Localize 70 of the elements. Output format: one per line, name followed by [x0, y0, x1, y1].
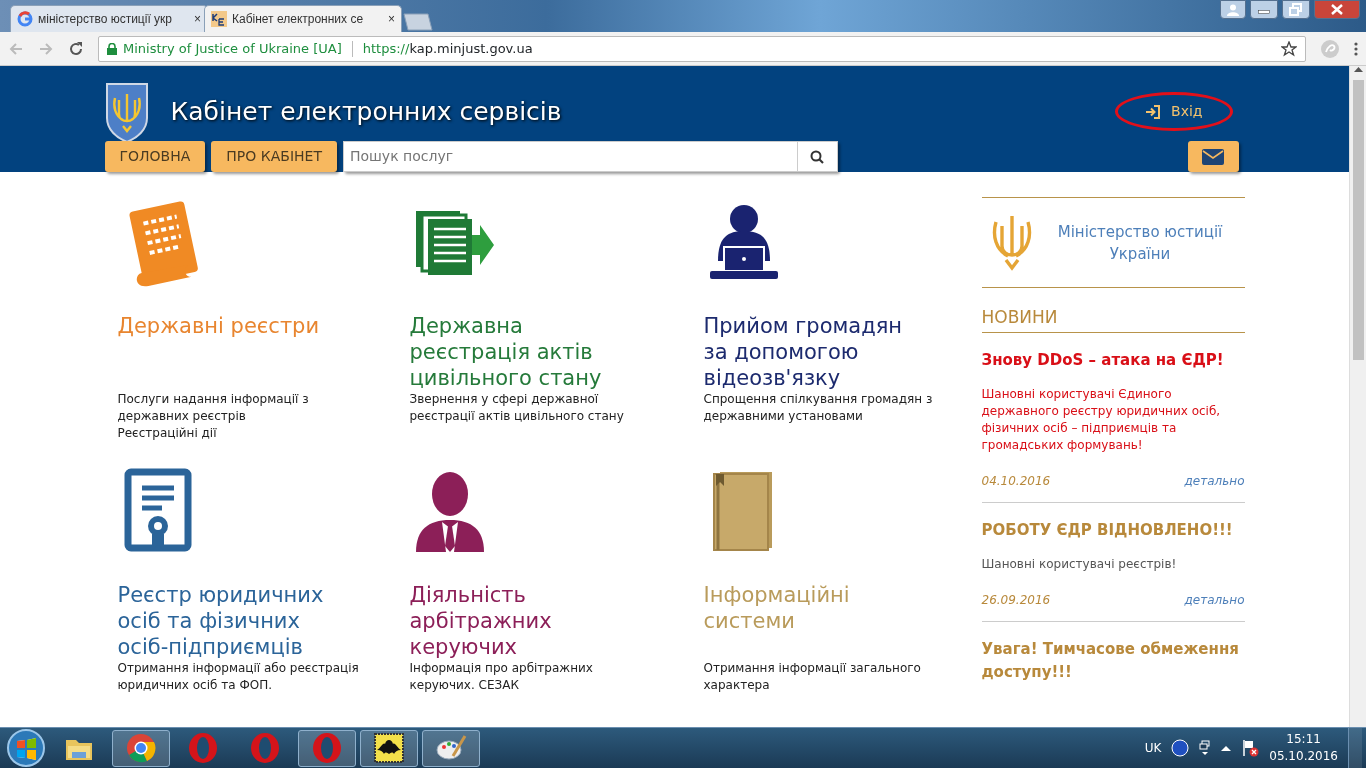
nav-button[interactable]: ПРО КАБІНЕТ: [211, 141, 337, 172]
service-title-link[interactable]: Прийом громадян за допомогою відеозв'язку: [703, 313, 929, 391]
news-summary: Шановні користувачі Єдиного державного реєстру юридичних осіб, фізичних осіб – підприємців та громадських формувань!: [981, 385, 1222, 454]
show-hidden-icons-icon[interactable]: [1221, 744, 1232, 752]
opera-icon: [249, 732, 281, 764]
service-description: Отримання інформації загального характера: [703, 660, 922, 694]
close-icon: [1330, 3, 1344, 16]
close-button[interactable]: [1314, 0, 1360, 19]
person-icon: [1227, 3, 1239, 16]
envelope-icon: [1202, 148, 1224, 165]
login-link[interactable]: Вхід: [1117, 95, 1231, 128]
news-title-link[interactable]: Знову DDoS – атака на ЄДР!: [981, 348, 1245, 372]
clock-date[interactable]: 05.10.2016: [1269, 748, 1338, 765]
news-title-link[interactable]: РОБОТУ ЄДР ВІДНОВЛЕНО!!!: [981, 518, 1245, 542]
bat-mail-icon: [373, 732, 405, 764]
start-button[interactable]: [6, 728, 46, 768]
help-icon[interactable]: [1171, 739, 1190, 757]
service-description: Звернення у сфері державної реєстрації актів цивільного стану: [409, 391, 625, 425]
details-link[interactable]: детально: [1184, 471, 1245, 490]
address-bar[interactable]: Ministry of Justice of Ukraine [UA] https://kap.minjust.gov.ua: [98, 35, 1306, 62]
scrollbar[interactable]: [1349, 66, 1366, 727]
opera-icon: [187, 732, 219, 764]
service-description: Інформація про арбітражних керуючих. СЕЗАК: [409, 660, 594, 694]
taskbar-button[interactable]: [360, 729, 418, 767]
ministry-name[interactable]: Міністерство юстиції України: [1035, 220, 1245, 265]
site-favicon-icon: [211, 11, 227, 27]
search-icon: [810, 149, 825, 164]
opera-icon: [311, 732, 343, 764]
network-icon[interactable]: [1199, 740, 1212, 756]
service-title-link[interactable]: Діяльність арбітражних керуючих: [409, 582, 635, 660]
scroll-up-arrow-icon[interactable]: [1353, 66, 1363, 72]
service-description: Спрощення спілкування громадян з державними установами: [703, 391, 934, 425]
service-title-link[interactable]: Державна реєстрація актів цивільного стану: [409, 313, 635, 391]
tab-close-icon[interactable]: ×: [194, 10, 201, 28]
language-indicator[interactable]: UK: [1144, 739, 1162, 757]
search-field[interactable]: Пошук послуг: [342, 141, 798, 172]
chrome-icon: [125, 732, 157, 764]
service-title-link[interactable]: Реєстр юридичних осіб та фізичних осіб-підприємців: [117, 582, 343, 660]
news-heading: НОВИНИ: [981, 305, 1245, 333]
news-date: 26.09.2016: [981, 591, 1051, 609]
restore-icon: [1289, 3, 1303, 16]
coat-of-arms-shield-icon: [104, 81, 149, 142]
lock-icon: [107, 42, 117, 55]
minimize-button[interactable]: [1250, 0, 1278, 19]
menu-icon[interactable]: [1354, 40, 1358, 57]
google-favicon-icon: [17, 11, 33, 27]
nav-button[interactable]: ГОЛОВНА: [104, 141, 206, 172]
site-title: Кабінет електронних сервісів: [170, 95, 562, 128]
clock-time[interactable]: 15:11: [1269, 731, 1338, 748]
details-link[interactable]: детально: [1184, 590, 1245, 609]
news-summary: Шановні користувачі реєстрів!: [981, 555, 1178, 573]
security-label: Ministry of Justice of Ukraine [UA]: [123, 39, 342, 58]
reload-icon[interactable]: [68, 40, 84, 57]
mail-button[interactable]: [1187, 141, 1239, 172]
minimize-icon: [1258, 10, 1270, 14]
sign-in-icon: [1145, 104, 1162, 119]
news-date: 04.10.2016: [981, 472, 1051, 490]
search-button[interactable]: [797, 141, 838, 172]
tab-close-icon[interactable]: ×: [388, 10, 395, 28]
browser-tab[interactable]: Кабінет електронних се ×: [204, 5, 402, 32]
restore-button[interactable]: [1282, 0, 1310, 19]
service-description: Послуги надання інформації з державних реєстрів Реєстраційні дії: [117, 391, 310, 442]
news-title-link[interactable]: Увага! Тимчасове обмеження доступу!!!: [981, 637, 1245, 684]
url-text: https://kap.minjust.gov.ua: [362, 39, 533, 58]
action-center-flag-icon[interactable]: [1241, 739, 1260, 757]
show-desktop-button[interactable]: [1348, 728, 1362, 768]
taskbar-button[interactable]: [422, 729, 480, 767]
star-icon[interactable]: [1281, 40, 1297, 57]
profile-button[interactable]: [1220, 0, 1246, 19]
service-description: Отримання інформації або реєстрація юридичних осіб та ФОП.: [117, 660, 360, 694]
